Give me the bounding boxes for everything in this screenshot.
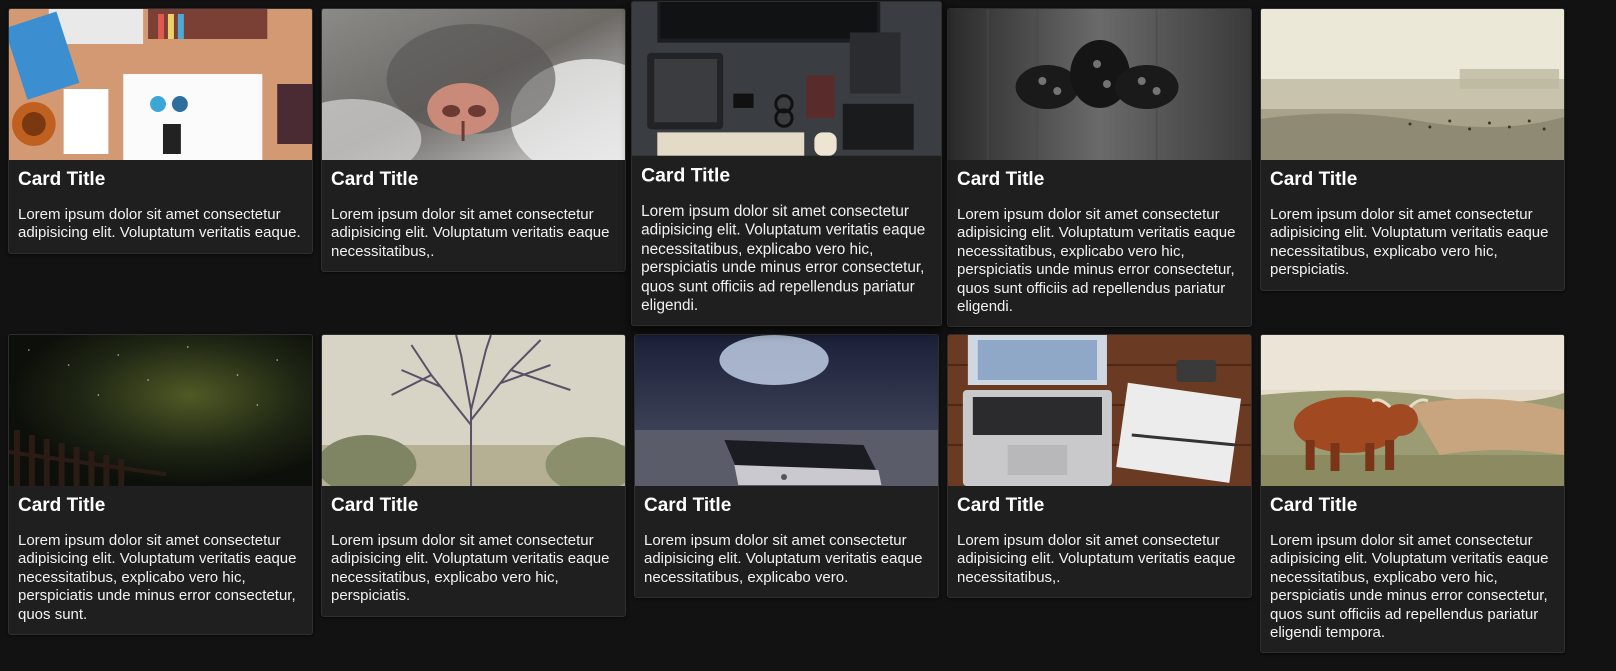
card-text: Lorem ipsum dolor sit amet consectetur a… — [1270, 206, 1549, 279]
laptop-notebook-image — [948, 335, 1251, 486]
card-grid: Card Title Lorem ipsum dolor sit amet co… — [0, 0, 1616, 671]
card-title: Card Title — [957, 495, 1045, 516]
card[interactable]: Card Title Lorem ipsum dolor sit amet co… — [1260, 8, 1565, 291]
card-text: Lorem ipsum dolor sit amet consectetur a… — [641, 202, 926, 314]
card-text: Lorem ipsum dolor sit amet consectetur a… — [957, 206, 1236, 316]
smartphone-image — [635, 335, 938, 486]
card-title: Card Title — [331, 169, 419, 190]
card-text: Lorem ipsum dolor sit amet consectetur a… — [18, 532, 297, 623]
card-title: Card Title — [1270, 169, 1358, 190]
card[interactable]: Card Title Lorem ipsum dolor sit amet co… — [321, 8, 626, 273]
card-title: Card Title — [644, 495, 732, 516]
card[interactable]: Card Title Lorem ipsum dolor sit amet co… — [634, 334, 939, 599]
card-title: Card Title — [331, 495, 419, 516]
card-text: Lorem ipsum dolor sit amet consectetur a… — [1270, 532, 1549, 642]
pine-cones-image — [948, 9, 1251, 160]
card[interactable]: Card Title Lorem ipsum dolor sit amet co… — [630, 0, 943, 327]
highland-cow-image — [1261, 335, 1564, 486]
night-sky-image — [9, 335, 312, 486]
card-text: Lorem ipsum dolor sit amet consectetur a… — [331, 206, 610, 260]
desk-workspace-image — [9, 9, 312, 160]
card-title: Card Title — [957, 169, 1045, 190]
card[interactable]: Card Title Lorem ipsum dolor sit amet co… — [321, 334, 626, 617]
card-title: Card Title — [641, 165, 731, 187]
card-text: Lorem ipsum dolor sit amet consectetur a… — [957, 532, 1236, 586]
cat-nose-image — [322, 9, 625, 160]
card[interactable]: Card Title Lorem ipsum dolor sit amet co… — [1260, 334, 1565, 654]
card-title: Card Title — [1270, 495, 1358, 516]
bare-tree-image — [322, 335, 625, 486]
card-text: Lorem ipsum dolor sit amet consectetur a… — [18, 206, 301, 242]
card-text: Lorem ipsum dolor sit amet consectetur a… — [331, 532, 610, 605]
card[interactable]: Card Title Lorem ipsum dolor sit amet co… — [8, 334, 313, 636]
tablet-keyboard-image — [631, 1, 942, 156]
card-title: Card Title — [18, 169, 106, 190]
card[interactable]: Card Title Lorem ipsum dolor sit amet co… — [8, 8, 313, 254]
card[interactable]: Card Title Lorem ipsum dolor sit amet co… — [947, 8, 1252, 328]
card-title: Card Title — [18, 495, 106, 516]
beach-image — [1261, 9, 1564, 160]
card[interactable]: Card Title Lorem ipsum dolor sit amet co… — [947, 334, 1252, 599]
card-text: Lorem ipsum dolor sit amet consectetur a… — [644, 532, 923, 586]
